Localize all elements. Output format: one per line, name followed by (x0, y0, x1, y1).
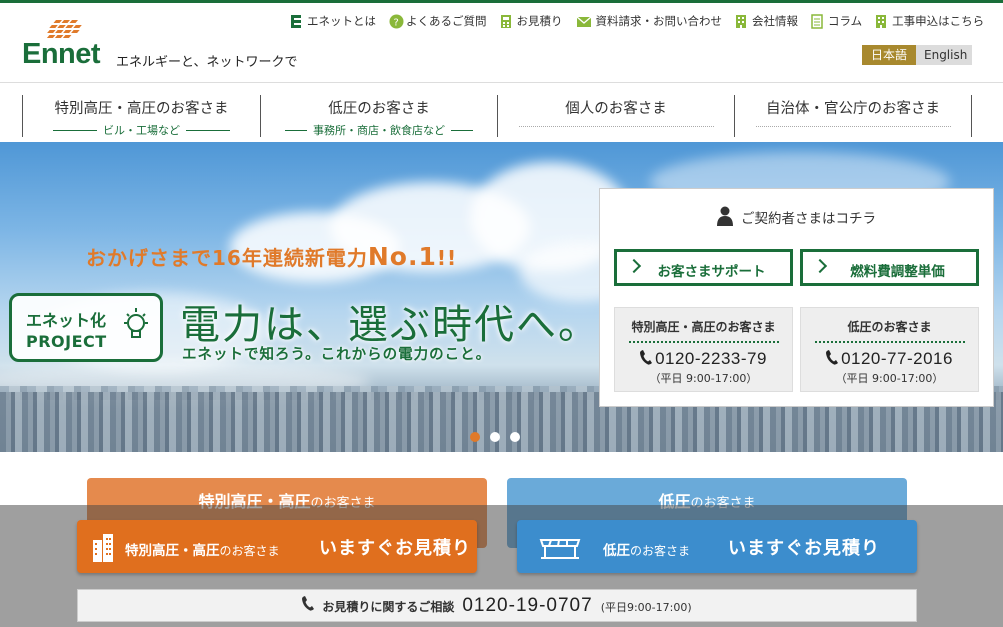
question-icon: ? (389, 14, 404, 29)
util-link-about[interactable]: エネットとは (290, 12, 376, 30)
phone-card-high-voltage: 特別高圧・高圧のお客さま 0120-2233-79 （平日 9:00-17:00… (614, 307, 793, 392)
phone-number[interactable]: 0120-2233-79 (615, 349, 792, 369)
building-icon (735, 14, 748, 29)
fuel-cost-button[interactable]: 燃料費調整単価 (800, 249, 979, 286)
nav-title: 特別高圧・高圧のお客さま (54, 101, 229, 117)
hero-subline: エネットで知ろう。これからの電力のこと。 (182, 347, 492, 363)
dotted-divider (628, 341, 779, 343)
nav-title: 低圧のお客さま (328, 101, 430, 117)
util-link-label: 会社情報 (752, 14, 798, 28)
ennet-logo[interactable]: Ennet (22, 20, 112, 70)
customer-support-button[interactable]: お客さまサポート (614, 249, 793, 286)
svg-text:?: ? (394, 17, 399, 28)
phone-hours: （平日 9:00-17:00） (835, 372, 944, 385)
cta-segment-label: 低圧のお客さま (603, 543, 691, 559)
nav-subtitle: ビル・工場など (23, 122, 260, 138)
calculator-icon (500, 14, 513, 29)
e-logo-icon (290, 14, 303, 29)
phone-hours: （平日 9:00-17:00） (649, 372, 758, 385)
panel-title: ご契約者さまはコチラ (600, 206, 993, 227)
nav-item-high-voltage[interactable]: 特別高圧・高圧のお客さま ビル・工場など (22, 95, 260, 137)
contractor-panel: ご契約者さまはコチラ お客さまサポート 燃料費調整単価 特別高圧・高圧のお客さま… (599, 188, 994, 407)
util-link-contact[interactable]: 資料請求・お問い合わせ (576, 12, 723, 30)
phone-card-low-voltage: 低圧のお客さま 0120-77-2016 （平日 9:00-17:00） (800, 307, 979, 392)
cta-action-label: いますぐお見積り (728, 538, 880, 559)
button-label: 燃料費調整単価 (850, 264, 945, 280)
tagline: エネルギーと、ネットワークで (116, 55, 298, 70)
util-link-label: 工事申込はこちら (892, 14, 985, 28)
phone-icon (826, 350, 839, 365)
util-link-company[interactable]: 会社情報 (735, 12, 798, 30)
project-label-en: PROJECT (26, 332, 107, 351)
building-icon (875, 14, 888, 29)
phone-card-title: 特別高圧・高圧のお客さま (631, 320, 776, 334)
util-link-label: よくあるご質問 (406, 14, 487, 28)
building-icon (93, 534, 113, 562)
phone-icon (640, 350, 653, 365)
button-label: お客さまサポート (657, 264, 766, 280)
nav-dotted-line (755, 126, 951, 127)
dotted-divider (814, 341, 965, 343)
consult-label: お見積りに関するご相談 (322, 600, 455, 614)
shop-icon (539, 539, 581, 559)
util-link-estimate[interactable]: お見積り (500, 12, 563, 30)
cta-action-label: いますぐお見積り (319, 538, 471, 559)
nav-title: 自治体・官公庁のお客さま (766, 101, 940, 117)
utility-nav: エネットとは ? よくあるご質問 お見積り 資料請求・お問い合わせ 会社情報 コ… (290, 12, 997, 30)
nav-item-municipality[interactable]: 自治体・官公庁のお客さま (734, 95, 972, 137)
cta-segment-label: 特別高圧・高圧のお客さま (125, 543, 280, 559)
consult-hours: (平日9:00-17:00) (600, 601, 692, 614)
nav-dotted-line (518, 126, 714, 127)
util-link-label: 資料請求・お問い合わせ (595, 14, 723, 28)
estimate-button-low-voltage[interactable]: 低圧のお客さま いますぐお見積り (517, 520, 917, 573)
slider-dot-2[interactable] (490, 432, 500, 442)
nav-subtitle: 事務所・商店・飲食店など (261, 122, 497, 138)
hero-catchcopy: おかげさまで16年連続新電力No.1!! (86, 242, 458, 271)
logo-text: Ennet (22, 38, 101, 70)
slider-dot-1[interactable] (470, 432, 480, 442)
mail-icon (576, 14, 592, 29)
project-label: エネット化 (26, 311, 107, 330)
util-link-label: コラム (828, 14, 863, 28)
util-link-label: エネットとは (307, 14, 376, 28)
nav-item-individual[interactable]: 個人のお客さま (497, 95, 734, 137)
consult-phone-number[interactable]: 0120-19-0707 (462, 595, 592, 617)
header-top-line (0, 0, 1003, 3)
util-link-column[interactable]: コラム (811, 12, 862, 30)
nav-title: 個人のお客さま (565, 101, 667, 117)
logo-grid-icon (46, 20, 82, 38)
project-badge: エネット化 PROJECT (9, 293, 163, 362)
nav-item-low-voltage[interactable]: 低圧のお客さま 事務所・商店・飲食店など (260, 95, 497, 137)
slider-dots (470, 432, 520, 442)
language-switch: 日本語 English (862, 45, 972, 65)
lightbulb-icon (124, 308, 148, 338)
util-link-faq[interactable]: ? よくあるご質問 (389, 12, 487, 30)
slider-dot-3[interactable] (510, 432, 520, 442)
lang-japanese[interactable]: 日本語 (862, 45, 916, 65)
hero-headline: 電力は、選ぶ時代へ。 (180, 302, 600, 348)
util-link-label: お見積り (516, 14, 563, 28)
document-icon (811, 13, 824, 29)
phone-icon (302, 596, 315, 611)
phone-card-title: 低圧のお客さま (847, 320, 932, 334)
util-link-construction[interactable]: 工事申込はこちら (875, 12, 984, 30)
estimate-consult-bar: お見積りに関するご相談 0120-19-0707 (平日9:00-17:00) (77, 589, 917, 622)
person-icon (717, 206, 733, 226)
main-nav: 特別高圧・高圧のお客さま ビル・工場など 低圧のお客さま 事務所・商店・飲食店な… (22, 95, 972, 137)
header-divider (0, 82, 1003, 83)
lang-english[interactable]: English (916, 45, 972, 65)
estimate-button-high-voltage[interactable]: 特別高圧・高圧のお客さま いますぐお見積り (77, 520, 477, 573)
phone-number[interactable]: 0120-77-2016 (801, 349, 978, 369)
